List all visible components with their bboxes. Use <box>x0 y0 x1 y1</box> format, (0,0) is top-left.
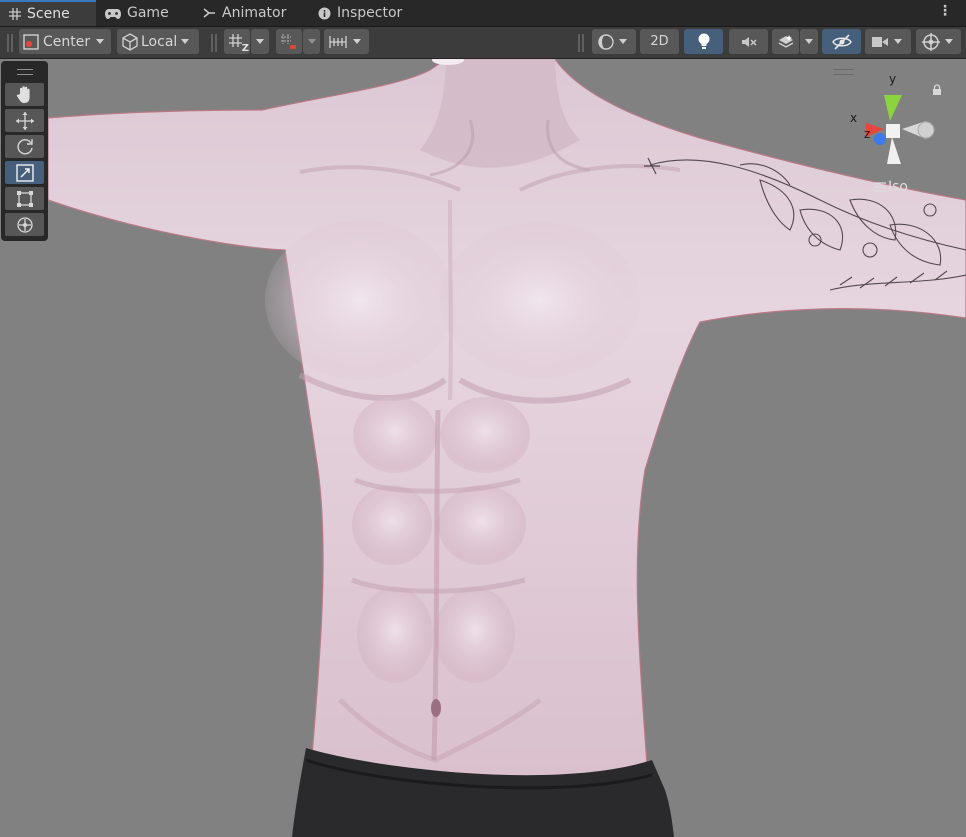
camera-settings-dropdown[interactable] <box>865 29 911 54</box>
shading-mode-dropdown[interactable] <box>592 29 636 54</box>
cube-icon <box>121 32 139 51</box>
chevron-down-icon <box>945 39 953 44</box>
chevron-down-icon <box>619 39 627 44</box>
chevron-down-icon <box>307 39 316 44</box>
chevron-down-icon <box>96 39 105 44</box>
lightbulb-icon <box>697 33 711 50</box>
gizmo-x-label: x <box>850 111 858 125</box>
projection-label: Iso <box>888 179 908 195</box>
chevron-down-icon <box>894 39 902 44</box>
tab-game-label: Game <box>127 5 169 21</box>
scene-viewport[interactable]: y x z Iso <box>0 59 966 837</box>
tab-inspector-label: Inspector <box>337 5 403 21</box>
grid-snap-icon: Z <box>228 33 249 54</box>
hamburger-icon <box>874 182 886 192</box>
toolbar-separator-grip <box>211 34 217 52</box>
right-pec <box>440 222 640 378</box>
gamepad-icon <box>105 8 121 19</box>
eye-slash-icon <box>831 33 852 50</box>
chevron-down-icon <box>256 39 264 44</box>
gizmo-y-label: y <box>889 72 897 86</box>
transform-tools-panel <box>1 61 48 241</box>
gizmo-globe-icon <box>921 32 941 52</box>
pivot-dropdown[interactable]: Center <box>19 29 111 54</box>
space-dropdown[interactable]: Local <box>117 29 199 54</box>
rotate-tool-button[interactable] <box>5 135 44 158</box>
effects-dropdown[interactable] <box>800 29 818 54</box>
gizmo-z-label: z <box>864 127 871 141</box>
rotate-icon <box>15 137 35 157</box>
gizmo-neg-y-cone <box>887 137 901 164</box>
grid-snap-dropdown[interactable] <box>251 29 269 54</box>
mode-2d-label: 2D <box>650 34 669 49</box>
hand-tool-button[interactable] <box>5 83 44 106</box>
ruler-dropdown[interactable] <box>324 29 369 54</box>
pivot-icon <box>23 33 39 50</box>
panel-grip[interactable] <box>17 69 33 75</box>
effects-dropdown-button[interactable] <box>772 29 799 54</box>
gizmo-z-axis-cap <box>874 133 886 145</box>
space-label: Local <box>141 33 178 50</box>
grid-icon <box>9 8 21 20</box>
tab-animator[interactable]: Animator <box>203 0 286 26</box>
animator-icon <box>203 7 216 19</box>
gizmos-dropdown[interactable] <box>916 29 961 54</box>
audio-mute-icon <box>740 34 758 50</box>
mode-2d-button[interactable]: 2D <box>640 29 679 54</box>
snap-magnet-icon <box>280 33 298 51</box>
effects-layers-icon <box>777 34 795 50</box>
info-icon <box>318 7 331 20</box>
transform-icon <box>15 215 35 235</box>
hand-icon <box>15 85 35 105</box>
tab-scene-label: Scene <box>27 6 70 22</box>
scale-tool-button[interactable] <box>5 161 44 184</box>
tab-inspector[interactable]: Inspector <box>318 0 402 26</box>
chevron-down-icon <box>181 39 190 44</box>
audio-toggle[interactable] <box>729 29 768 54</box>
increment-snap-dropdown[interactable] <box>303 29 320 54</box>
character-model <box>47 59 966 837</box>
more-options-icon[interactable]: ⋮ <box>938 4 952 18</box>
toolbar-separator-grip-right <box>578 34 584 52</box>
rect-tool-button[interactable] <box>5 187 44 210</box>
gizmo-neg-x-cap <box>917 121 935 139</box>
gizmo-center-cube <box>886 124 900 138</box>
lighting-toggle[interactable] <box>684 29 723 54</box>
navel <box>431 699 441 717</box>
chevron-down-icon <box>805 39 813 44</box>
toolbar-grip[interactable] <box>7 34 13 52</box>
transform-tool-button[interactable] <box>5 213 44 236</box>
video-camera-icon <box>871 35 889 49</box>
scene-toolbar: Center Local Z 2D <box>0 27 966 59</box>
scale-icon <box>15 163 35 183</box>
pivot-label: Center <box>43 33 91 50</box>
projection-toggle[interactable]: Iso <box>874 179 908 195</box>
shading-sphere-icon <box>597 33 615 51</box>
move-icon <box>15 111 35 131</box>
move-tool-button[interactable] <box>5 109 44 132</box>
grid-snap-button[interactable]: Z <box>224 29 250 54</box>
left-pec <box>265 220 455 380</box>
gizmo-y-axis-cone <box>884 95 902 121</box>
increment-snap-button[interactable] <box>276 29 302 54</box>
tab-animator-label: Animator <box>222 5 287 21</box>
hidden-objects-toggle[interactable] <box>822 29 861 54</box>
ruler-icon <box>329 34 347 50</box>
tab-scene[interactable]: Scene <box>0 0 96 26</box>
window-tab-bar: Scene Game Animator Inspector ⋮ <box>0 0 966 27</box>
chevron-down-icon <box>353 39 361 44</box>
tab-game[interactable]: Game <box>105 0 169 26</box>
rect-icon <box>15 189 35 209</box>
